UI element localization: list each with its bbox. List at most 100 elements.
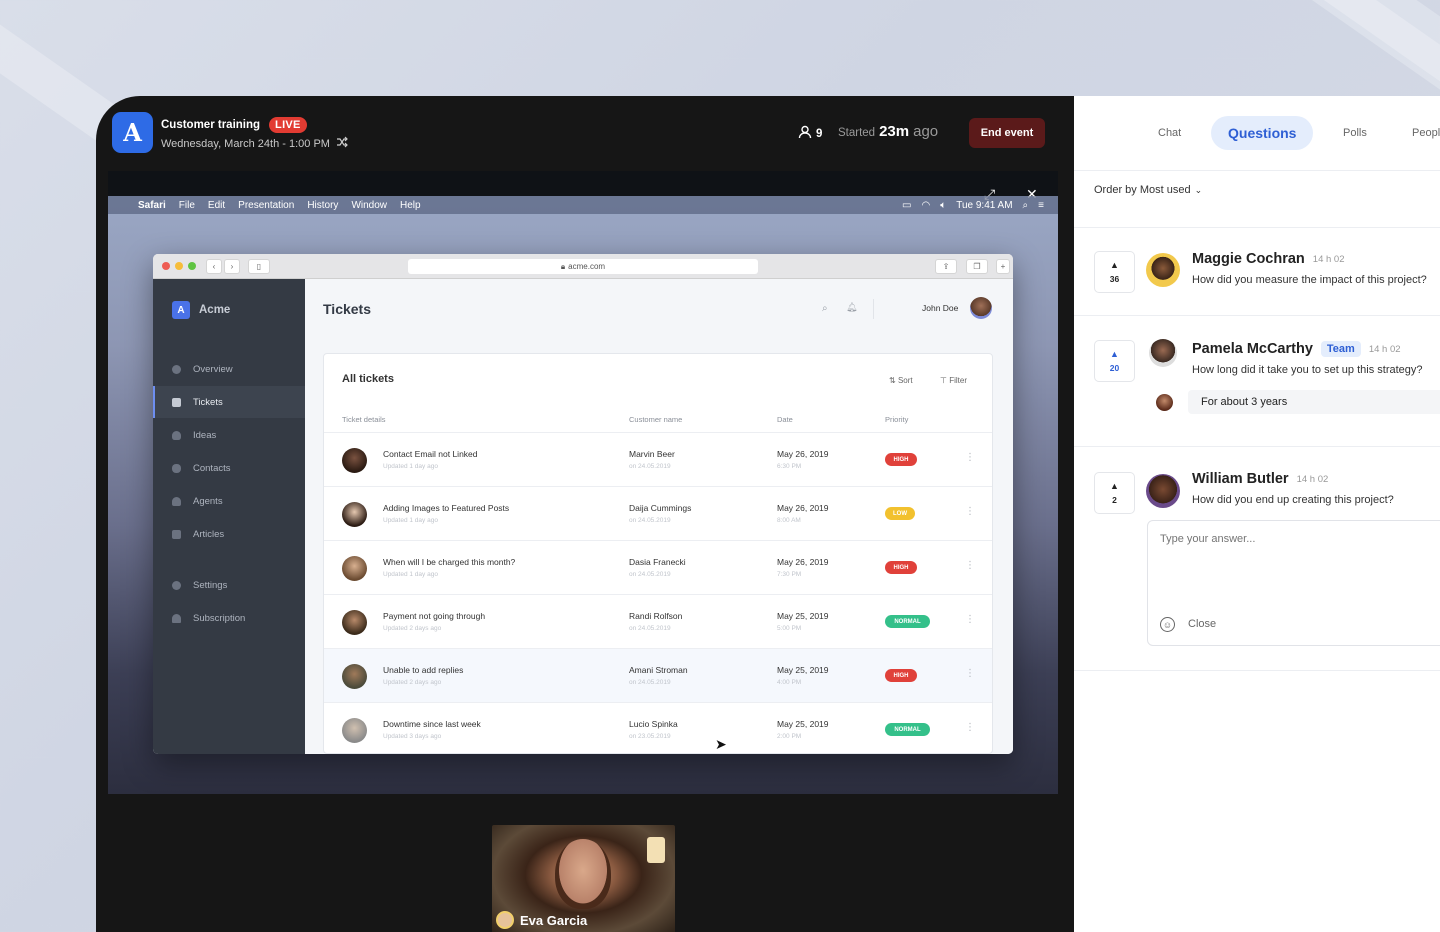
menu-item[interactable]: Safari bbox=[138, 200, 166, 211]
divider bbox=[1074, 446, 1440, 447]
column-header[interactable]: Ticket details bbox=[342, 415, 386, 424]
sidebar-item-subscription[interactable]: Subscription bbox=[153, 602, 305, 634]
contacts-icon bbox=[172, 463, 181, 473]
shuffle-icon[interactable] bbox=[336, 136, 348, 151]
maximize-dot[interactable] bbox=[188, 262, 196, 270]
filter-button[interactable]: ⊤ Filter bbox=[940, 376, 967, 385]
more-icon[interactable]: ⋮ bbox=[965, 560, 975, 571]
tab-people[interactable]: People bbox=[1412, 116, 1440, 150]
tabs-icon[interactable]: ❐ bbox=[966, 259, 988, 274]
menu-item[interactable]: Window bbox=[351, 200, 387, 211]
page-title: Tickets bbox=[323, 301, 371, 317]
sidebar-icon[interactable]: ▯ bbox=[248, 259, 270, 274]
avatar bbox=[342, 556, 367, 581]
attendee-count[interactable]: 9 bbox=[798, 125, 822, 142]
tab-questions[interactable]: Questions bbox=[1211, 116, 1314, 150]
question-author: Pamela McCarthy Team 14 h 02 bbox=[1192, 341, 1401, 357]
sidebar-item-ideas[interactable]: Ideas bbox=[153, 419, 305, 451]
search-icon[interactable]: ⌕ bbox=[1023, 200, 1029, 211]
more-icon[interactable]: ⋮ bbox=[965, 452, 975, 463]
mouse-cursor-icon: ➤ bbox=[715, 736, 727, 752]
ticket-updated: Updated 1 day ago bbox=[383, 571, 438, 578]
new-tab-icon[interactable]: + bbox=[996, 259, 1010, 274]
close-button[interactable]: Close bbox=[1188, 618, 1216, 630]
sidebar-item-articles[interactable]: Articles bbox=[153, 518, 305, 550]
list-icon[interactable]: ≡ bbox=[1038, 200, 1044, 211]
person-icon bbox=[798, 125, 812, 142]
sidebar-item-overview[interactable]: Overview bbox=[153, 353, 305, 385]
more-icon[interactable]: ⋮ bbox=[965, 614, 975, 625]
sidebar-item-settings[interactable]: Settings bbox=[153, 569, 305, 601]
app-logo: A bbox=[112, 112, 153, 153]
url-bar[interactable]: 🔒︎ acme.com bbox=[408, 259, 758, 274]
upvote-button[interactable]: ▲ 36 bbox=[1094, 251, 1135, 293]
upvote-button[interactable]: ▲ 2 bbox=[1094, 472, 1135, 514]
more-icon[interactable]: ⋮ bbox=[965, 668, 975, 679]
sidebar-item-contacts[interactable]: Contacts bbox=[153, 452, 305, 484]
back-icon[interactable]: ‹ bbox=[206, 259, 222, 274]
column-header[interactable]: Date bbox=[777, 415, 793, 424]
table-row[interactable]: Adding Images to Featured Posts Updated 1… bbox=[324, 486, 992, 540]
end-event-button[interactable]: End event bbox=[969, 118, 1045, 148]
agent-icon bbox=[172, 496, 181, 506]
bell-icon[interactable]: 🔔︎ bbox=[846, 302, 857, 313]
customer-name: Daija Cummings bbox=[629, 503, 692, 513]
avatar bbox=[1146, 253, 1180, 287]
volume-icon[interactable]: 🔈︎ bbox=[940, 200, 946, 211]
ticket-date: May 26, 2019 bbox=[777, 449, 829, 459]
acme-brand[interactable]: A Acme bbox=[172, 301, 230, 319]
order-dropdown[interactable]: Order by Most used ⌄ bbox=[1094, 184, 1202, 196]
panel-tabs: Chat Questions Polls People bbox=[1074, 96, 1440, 171]
table-row[interactable]: Downtime since last week Updated 3 days a… bbox=[324, 702, 992, 753]
sidebar-item-agents[interactable]: Agents bbox=[153, 485, 305, 517]
question-author: Maggie Cochran 14 h 02 bbox=[1192, 251, 1345, 267]
table-row[interactable]: Payment not going through Updated 2 days … bbox=[324, 594, 992, 648]
more-icon[interactable]: ⋮ bbox=[965, 722, 975, 733]
tab-polls[interactable]: Polls bbox=[1343, 116, 1367, 150]
column-header[interactable]: Customer name bbox=[629, 415, 682, 424]
airplay-icon[interactable]: ▭ bbox=[902, 200, 911, 211]
question-text: How did you measure the impact of this p… bbox=[1192, 274, 1427, 286]
table-row[interactable]: Unable to add replies Updated 2 days ago A… bbox=[324, 648, 992, 702]
ticket-date: May 25, 2019 bbox=[777, 719, 829, 729]
ticket-date: May 25, 2019 bbox=[777, 611, 829, 621]
article-icon bbox=[172, 529, 181, 539]
sort-button[interactable]: ⇅ Sort bbox=[889, 376, 913, 385]
started-prefix: Started bbox=[838, 127, 876, 139]
column-header[interactable]: Priority bbox=[885, 415, 908, 424]
close-dot[interactable] bbox=[162, 262, 170, 270]
emoji-icon[interactable]: ☺ bbox=[1160, 617, 1175, 632]
search-icon[interactable]: ⌕ bbox=[822, 303, 828, 314]
upvote-button[interactable]: ▲ 20 bbox=[1094, 340, 1135, 382]
live-badge: LIVE bbox=[269, 117, 307, 133]
minimize-dot[interactable] bbox=[175, 262, 183, 270]
lock-icon: 🔒︎ bbox=[560, 261, 566, 271]
wifi-icon[interactable]: ◠ bbox=[921, 200, 930, 211]
table-row[interactable]: When will I be charged this month? Update… bbox=[324, 540, 992, 594]
menu-item[interactable]: Help bbox=[400, 200, 421, 211]
customer-since: on 24.05.2019 bbox=[629, 463, 671, 470]
menu-item[interactable]: History bbox=[307, 200, 338, 211]
ticket-time: 5:00 PM bbox=[777, 625, 802, 632]
avatar bbox=[1146, 474, 1180, 508]
forward-icon[interactable]: › bbox=[224, 259, 240, 274]
more-icon[interactable]: ⋮ bbox=[965, 506, 975, 517]
event-date-row: Wednesday, March 24th - 1:00 PM bbox=[161, 136, 348, 151]
menu-item[interactable]: File bbox=[179, 200, 195, 211]
ticket-date: May 26, 2019 bbox=[777, 557, 829, 567]
menu-item[interactable]: Edit bbox=[208, 200, 225, 211]
presenter-video[interactable]: Eva Garcia bbox=[492, 825, 675, 932]
answer-input[interactable] bbox=[1160, 533, 1420, 545]
sidebar-item-tickets[interactable]: Tickets bbox=[153, 386, 305, 418]
sidebar-item-label: Articles bbox=[193, 528, 225, 540]
customer-since: on 24.05.2019 bbox=[629, 517, 671, 524]
avatar[interactable] bbox=[970, 297, 992, 319]
avatar bbox=[342, 718, 367, 743]
table-row[interactable]: Contact Email not Linked Updated 1 day ag… bbox=[324, 432, 992, 486]
filter-icon: ⊤ bbox=[940, 376, 947, 385]
share-icon[interactable]: ⇪ bbox=[935, 259, 957, 274]
menu-item[interactable]: Presentation bbox=[238, 200, 294, 211]
customer-name: Marvin Beer bbox=[629, 449, 675, 459]
tab-chat[interactable]: Chat bbox=[1158, 116, 1181, 150]
user-name[interactable]: John Doe bbox=[922, 303, 958, 313]
